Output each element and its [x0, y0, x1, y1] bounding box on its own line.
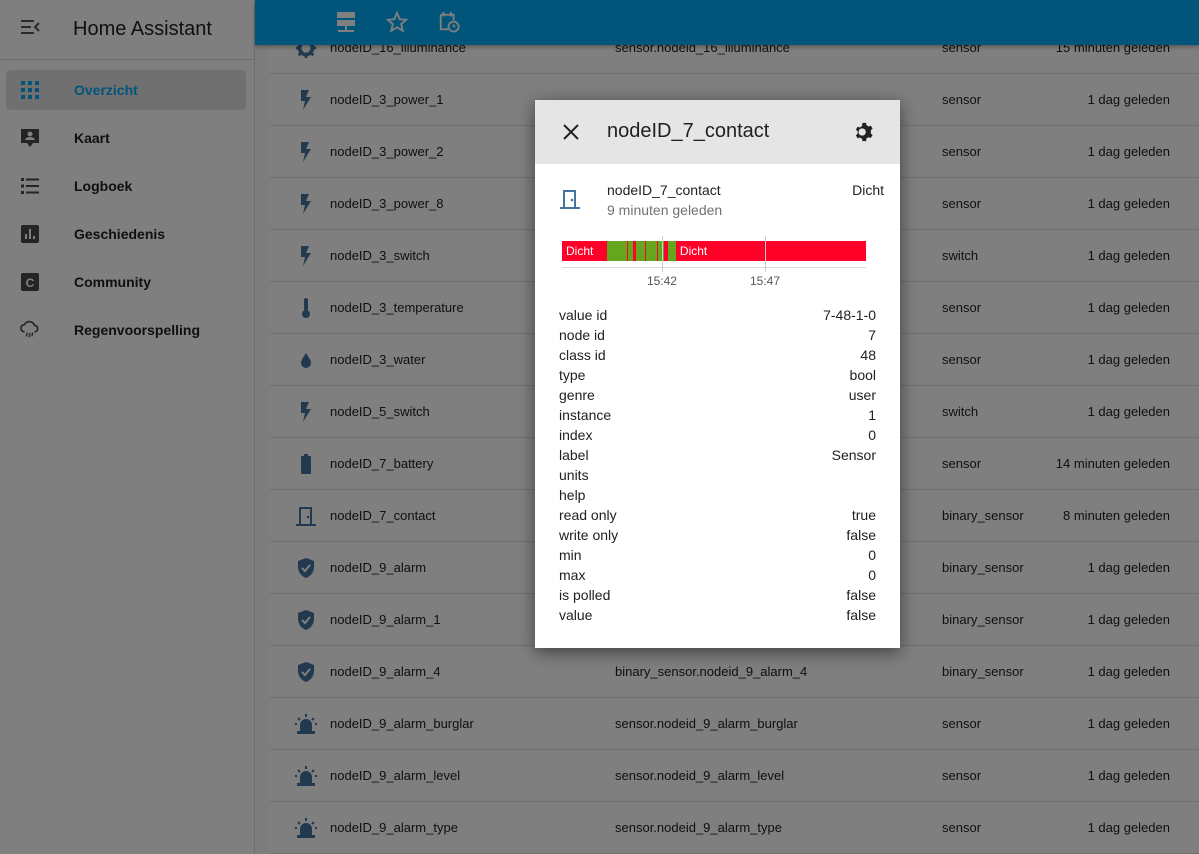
- attribute-row: units: [559, 465, 876, 485]
- attribute-row: class id 48: [559, 345, 876, 365]
- attribute-value: false: [846, 607, 876, 623]
- attribute-value: 0: [868, 547, 876, 563]
- attribute-key: index: [559, 427, 593, 443]
- last-changed: 9 minuten geleden: [607, 202, 723, 218]
- attribute-key: class id: [559, 347, 606, 363]
- attribute-row: value id 7-48-1-0: [559, 305, 876, 325]
- attribute-key: max: [559, 567, 586, 583]
- attribute-value: user: [848, 387, 876, 403]
- attribute-row: max 0: [559, 565, 876, 585]
- attribute-row: write only false: [559, 525, 876, 545]
- timeline-segment-closed[interactable]: Dicht: [675, 241, 866, 261]
- tick-line: [661, 236, 663, 272]
- attribute-row: is polled false: [559, 585, 876, 605]
- timeline-segment-open[interactable]: [646, 241, 657, 261]
- close-icon[interactable]: [561, 122, 581, 142]
- attribute-value: true: [851, 507, 876, 523]
- timeline-segment-open[interactable]: [606, 241, 627, 261]
- entity-state: Dicht: [852, 182, 884, 198]
- attribute-key: label: [559, 447, 589, 463]
- attribute-value: false: [846, 527, 876, 543]
- attribute-row: index 0: [559, 425, 876, 445]
- door-closed-icon: [559, 188, 581, 215]
- timeline-segment-closed[interactable]: Dicht: [562, 241, 607, 261]
- entity-name: nodeID_7_contact: [607, 182, 721, 198]
- attributes-table: value id 7-48-1-0 node id 7 class id 48 type bo…: [535, 294, 900, 625]
- attribute-key: read only: [559, 507, 617, 523]
- attribute-value: 7: [868, 327, 876, 343]
- timeline-segment-open[interactable]: [635, 241, 646, 261]
- attribute-row: label Sensor: [559, 445, 876, 465]
- attribute-value: 7-48-1-0: [823, 307, 876, 323]
- attribute-row: instance 1: [559, 405, 876, 425]
- attribute-value: 48: [860, 347, 876, 363]
- gear-icon[interactable]: [853, 121, 875, 143]
- attribute-key: value: [559, 607, 593, 623]
- timeline-axis: 15:42 15:47: [562, 236, 866, 288]
- attribute-key: units: [559, 467, 589, 483]
- attribute-value: 1: [868, 407, 876, 423]
- attribute-row: value false: [559, 605, 876, 625]
- attribute-key: node id: [559, 327, 605, 343]
- attribute-key: type: [559, 367, 586, 383]
- attribute-value: 0: [868, 567, 876, 583]
- attribute-key: min: [559, 547, 582, 563]
- dialog-header: nodeID_7_contact: [535, 100, 900, 164]
- attribute-row: node id 7: [559, 325, 876, 345]
- attribute-value: bool: [849, 367, 876, 383]
- timeline-bar[interactable]: Dicht Dicht: [562, 241, 866, 261]
- attribute-key: genre: [559, 387, 595, 403]
- entity-state-row: nodeID_7_contact 9 minuten geleden Dicht: [535, 164, 900, 224]
- attribute-value: false: [846, 587, 876, 603]
- attribute-row: read only true: [559, 505, 876, 525]
- attribute-row: min 0: [559, 545, 876, 565]
- attribute-row: help: [559, 485, 876, 505]
- tick-label: 15:47: [749, 274, 781, 288]
- tick-line: [765, 236, 766, 272]
- attribute-key: instance: [559, 407, 612, 423]
- dialog-title: nodeID_7_contact: [607, 120, 770, 142]
- history-timeline[interactable]: Dicht Dicht 15:42 15:47: [535, 224, 900, 294]
- attribute-key: write only: [559, 527, 619, 543]
- timeline-segment-open[interactable]: [667, 241, 676, 261]
- attribute-value: 0: [868, 427, 876, 443]
- attribute-value: Sensor: [831, 447, 876, 463]
- attribute-key: value id: [559, 307, 608, 323]
- tick-label: 15:42: [646, 274, 677, 288]
- attribute-row: genre user: [559, 385, 876, 405]
- attribute-key: is polled: [559, 587, 611, 603]
- attribute-key: help: [559, 487, 586, 503]
- attribute-row: type bool: [559, 365, 876, 385]
- more-info-dialog: nodeID_7_contact nodeID_7_contact 9 minu…: [535, 100, 900, 648]
